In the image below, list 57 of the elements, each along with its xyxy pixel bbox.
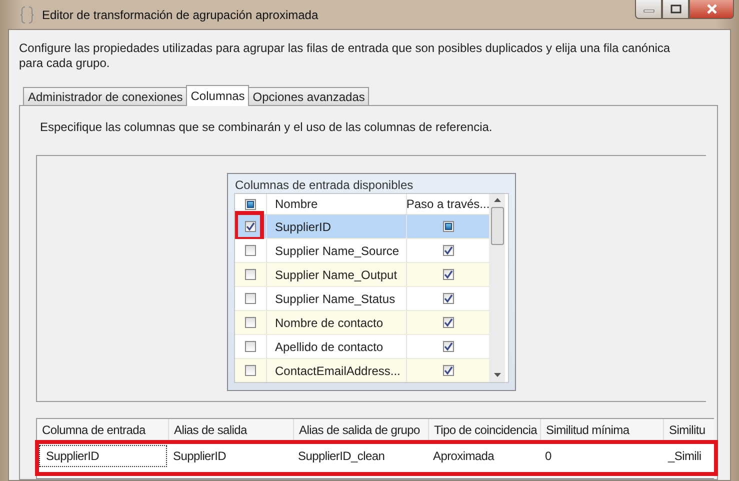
grid-row[interactable]: Supplier Name_Output bbox=[235, 263, 489, 287]
checkbox[interactable] bbox=[245, 317, 256, 328]
table-cell-text: SupplierID_clean bbox=[297, 448, 386, 465]
grid-row[interactable]: Supplier Name_Source bbox=[235, 239, 489, 263]
checkbox[interactable] bbox=[442, 293, 454, 304]
table-cell: ContactEmailAddress... bbox=[267, 359, 407, 382]
tab[interactable]: Columnas bbox=[186, 85, 249, 106]
table-cell-text: Aproximada bbox=[432, 448, 496, 465]
minimize-button[interactable] bbox=[635, 0, 662, 19]
column-header[interactable]: Alias de salida de grupo bbox=[294, 419, 429, 441]
vertical-scrollbar[interactable] bbox=[489, 194, 505, 382]
checkbox[interactable] bbox=[245, 221, 256, 232]
column-header[interactable]: Nombre bbox=[267, 194, 407, 214]
table-cell-text: 0 bbox=[544, 448, 552, 465]
column-header[interactable]: Similitud mínima bbox=[541, 419, 664, 441]
checkbox[interactable] bbox=[442, 365, 454, 376]
column-header[interactable]: Alias de salida bbox=[169, 419, 294, 441]
close-icon bbox=[704, 3, 718, 15]
instruction-text: Especifique las columnas que se combinarán y el uso de las columnas de referencia. bbox=[40, 120, 494, 134]
grid-row[interactable]: Nombre de contacto bbox=[235, 311, 489, 335]
scroll-down-icon[interactable] bbox=[494, 373, 500, 378]
scroll-thumb[interactable] bbox=[490, 207, 504, 245]
table-cell: Nombre de contacto bbox=[267, 311, 407, 334]
checkbox[interactable] bbox=[442, 269, 454, 280]
checkbox[interactable] bbox=[245, 293, 256, 304]
column-header[interactable]: Similitu bbox=[664, 419, 714, 441]
checkbox[interactable] bbox=[245, 269, 256, 280]
window-title: Editor de transformación de agrupación aproximada bbox=[42, 8, 318, 22]
checkbox[interactable] bbox=[245, 245, 256, 256]
column-header[interactable]: Tipo de coincidencia bbox=[429, 419, 541, 441]
checkbox[interactable] bbox=[442, 341, 454, 352]
braces-icon bbox=[20, 6, 34, 24]
description-text: Configure las propiedades utilizadas para agrupar las filas de entrada que son posibles duplicados y elija una fila canónica para cada grupo. bbox=[19, 41, 672, 71]
panel-title: Columnas de entrada disponibles bbox=[235, 178, 414, 192]
grid-row[interactable]: Supplier Name_Status bbox=[235, 287, 489, 311]
table-cell-text: SupplierID bbox=[172, 448, 228, 465]
checkbox[interactable] bbox=[442, 245, 454, 256]
scroll-up-icon[interactable] bbox=[494, 198, 500, 203]
column-header[interactable]: Columna de entrada bbox=[37, 419, 169, 441]
table-cell-text: _Simili bbox=[666, 448, 702, 465]
table-cell: Supplier Name_Source bbox=[267, 239, 407, 262]
checkbox[interactable] bbox=[442, 317, 454, 328]
close-button[interactable] bbox=[689, 0, 734, 19]
table-cell: Supplier Name_Output bbox=[267, 263, 407, 286]
grid-row[interactable]: ContactEmailAddress... bbox=[235, 359, 489, 382]
table-cell: SupplierID bbox=[267, 215, 407, 238]
grid-row[interactable]: Apellido de contacto bbox=[235, 335, 489, 359]
maximize-button[interactable] bbox=[662, 0, 689, 19]
tab[interactable]: Administrador de conexiones bbox=[23, 87, 187, 105]
table-cell[interactable]: SupplierID bbox=[39, 445, 167, 467]
tab[interactable]: Opciones avanzadas bbox=[248, 87, 369, 105]
checkbox[interactable] bbox=[245, 341, 256, 352]
table-cell: Apellido de contacto bbox=[267, 335, 407, 358]
maximize-icon bbox=[670, 4, 682, 14]
table-cell: Supplier Name_Status bbox=[267, 287, 407, 310]
checkbox[interactable] bbox=[245, 365, 256, 376]
column-header[interactable]: Paso a través... bbox=[407, 194, 489, 214]
